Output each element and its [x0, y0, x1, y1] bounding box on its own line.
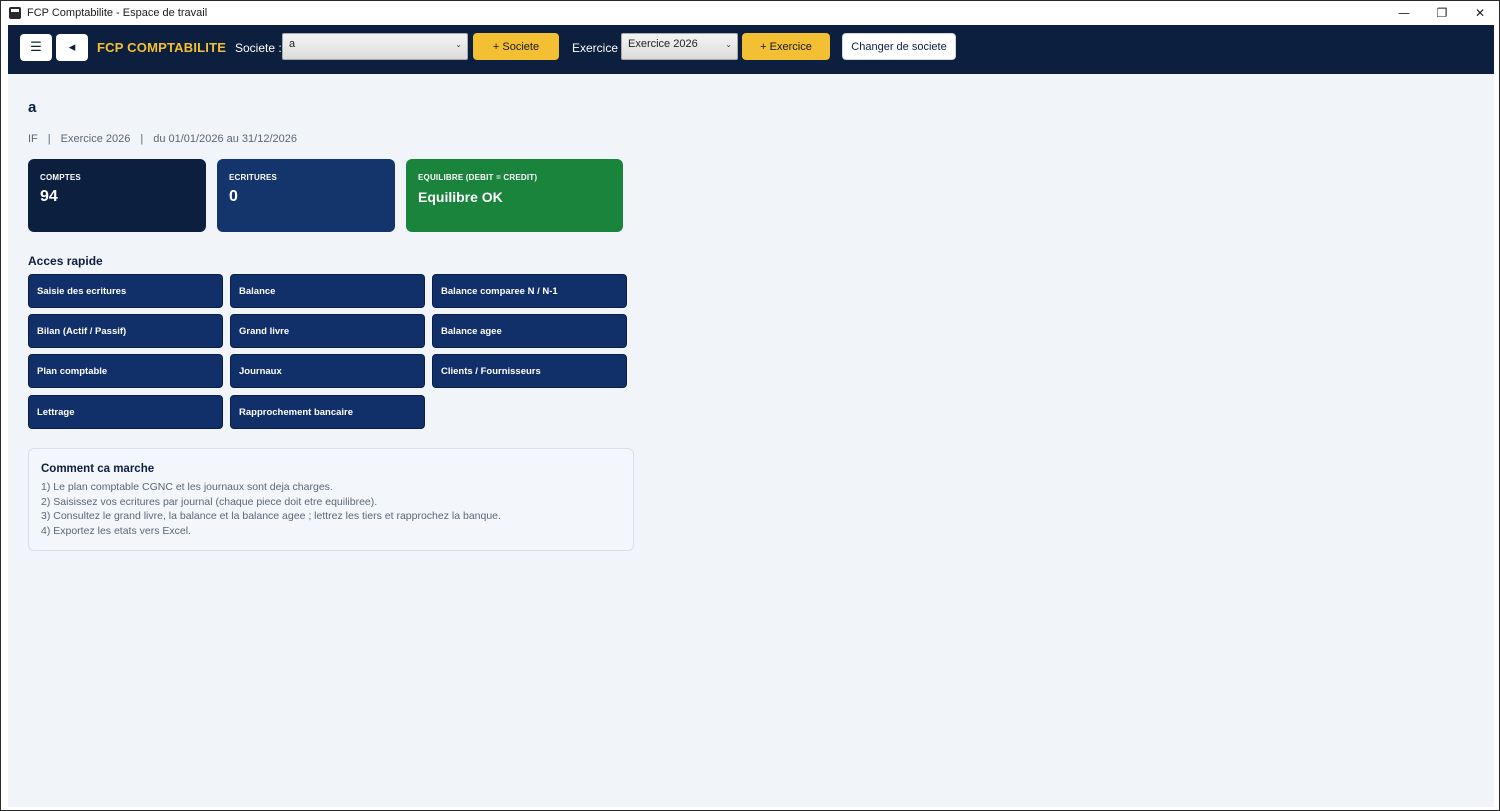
meta-separator: |: [47, 133, 51, 145]
company-meta: IF | Exercice 2026 | du 01/01/2026 au 31…: [28, 133, 297, 145]
meta-separator: |: [140, 133, 144, 145]
brand-title: FCP COMPTABILITE: [97, 40, 227, 55]
stat-card-comptes: COMPTES 94: [28, 159, 206, 232]
top-toolbar: ☰ ◂ FCP COMPTABILITE Societe : a ⌄ + Soc…: [8, 25, 1494, 74]
add-exercice-button[interactable]: + Exercice: [742, 33, 830, 60]
app-icon: [9, 7, 21, 19]
societe-label: Societe :: [235, 41, 282, 55]
quick-rapprochement-bancaire-button[interactable]: Rapprochement bancaire: [230, 395, 425, 429]
quick-journaux-button[interactable]: Journaux: [230, 354, 425, 388]
stat-card-equilibre: EQUILIBRE (DEBIT = CREDIT) Equilibre OK: [406, 159, 623, 232]
stat-label: ECRITURES: [229, 173, 278, 182]
window-title: FCP Comptabilite - Espace de travail: [27, 7, 208, 19]
add-societe-button[interactable]: + Societe: [473, 33, 559, 60]
quick-grand-livre-button[interactable]: Grand livre: [230, 314, 425, 348]
hamburger-icon: ☰: [30, 40, 42, 55]
menu-button[interactable]: ☰: [20, 34, 52, 61]
quick-balance-button[interactable]: Balance: [230, 274, 425, 308]
quick-saisie-ecritures-button[interactable]: Saisie des ecritures: [28, 274, 223, 308]
stat-label: EQUILIBRE (DEBIT = CREDIT): [418, 173, 538, 182]
quick-bilan-button[interactable]: Bilan (Actif / Passif): [28, 314, 223, 348]
quick-plan-comptable-button[interactable]: Plan comptable: [28, 354, 223, 388]
exercice-label: Exercice :: [572, 41, 625, 55]
help-line: 1) Le plan comptable CGNC et les journau…: [41, 481, 333, 493]
stat-value: Equilibre OK: [418, 189, 503, 205]
minimize-icon[interactable]: —: [1385, 1, 1423, 25]
exercice-select[interactable]: Exercice 2026 ⌄: [621, 33, 738, 60]
quick-clients-fournisseurs-button[interactable]: Clients / Fournisseurs: [432, 354, 627, 388]
quick-balance-comparee-button[interactable]: Balance comparee N / N-1: [432, 274, 627, 308]
restore-icon[interactable]: ❐: [1423, 1, 1461, 25]
societe-select[interactable]: a ⌄: [282, 33, 468, 60]
company-name: a: [28, 99, 37, 116]
help-panel: Comment ca marche 1) Le plan comptable C…: [28, 448, 634, 551]
back-button[interactable]: ◂: [56, 34, 88, 61]
app-window: FCP Comptabilite - Espace de travail — ❐…: [0, 0, 1500, 811]
chevron-down-icon: ⌄: [455, 40, 462, 49]
stat-card-ecritures: ECRITURES 0: [217, 159, 395, 232]
company-code: IF: [28, 133, 38, 145]
close-icon[interactable]: ✕: [1461, 1, 1499, 25]
back-arrow-icon: ◂: [68, 40, 76, 55]
help-line: 2) Saisissez vos ecritures par journal (…: [41, 495, 378, 508]
chevron-down-icon: ⌄: [725, 40, 732, 49]
quick-access-title: Acces rapide: [28, 254, 103, 268]
window-controls: — ❐ ✕: [1385, 1, 1499, 25]
help-line: 4) Exportez les etats vers Excel.: [41, 524, 191, 537]
meta-period: du 01/01/2026 au 31/12/2026: [153, 133, 297, 145]
workspace: ☰ ◂ FCP COMPTABILITE Societe : a ⌄ + Soc…: [8, 25, 1494, 807]
quick-balance-agee-button[interactable]: Balance agee: [432, 314, 627, 348]
meta-exercice: Exercice 2026: [60, 133, 131, 145]
title-bar[interactable]: FCP Comptabilite - Espace de travail — ❐…: [1, 1, 1499, 25]
quick-lettrage-button[interactable]: Lettrage: [28, 395, 223, 429]
stat-value: 94: [40, 188, 58, 205]
societe-select-value: a: [289, 38, 296, 50]
change-societe-button[interactable]: Changer de societe: [842, 33, 956, 60]
stat-value: 0: [229, 188, 238, 205]
exercice-select-value: Exercice 2026: [628, 38, 698, 50]
stat-label: COMPTES: [40, 173, 81, 182]
help-line: 3) Consultez le grand livre, la balance …: [41, 510, 501, 522]
help-title: Comment ca marche: [41, 463, 155, 475]
